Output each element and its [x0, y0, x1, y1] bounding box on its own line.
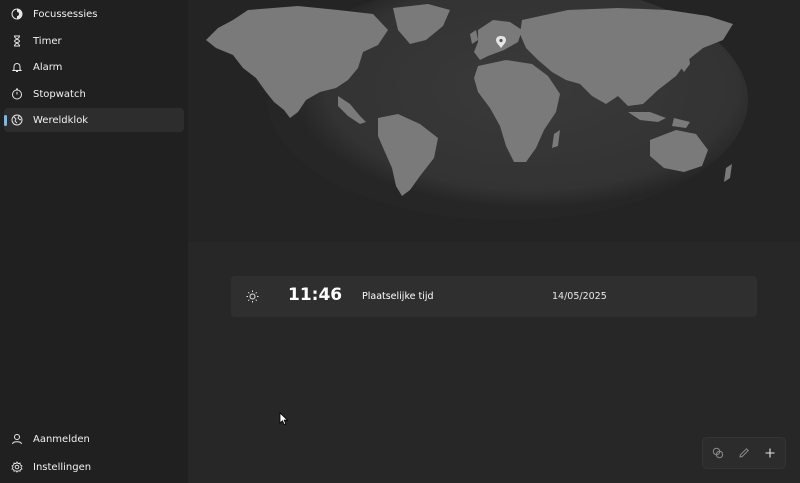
globe-icon [11, 114, 23, 126]
add-icon [765, 448, 775, 458]
sidebar-item-label: Instellingen [33, 461, 92, 473]
sidebar-item-alarm[interactable]: Alarm [4, 55, 184, 79]
person-icon [11, 433, 23, 445]
add-button[interactable] [763, 446, 777, 460]
focus-icon [11, 8, 23, 20]
world-map[interactable] [188, 0, 800, 242]
stopwatch-icon [11, 88, 23, 100]
local-date: 14/05/2025 [552, 291, 607, 302]
edit-icon [739, 448, 749, 458]
sidebar-item-timer[interactable]: Timer [4, 29, 184, 53]
local-time-label: Plaatselijke tijd [362, 291, 434, 302]
local-time: 11:46 [288, 285, 343, 305]
sidebar-item-stopwatch[interactable]: Stopwatch [4, 82, 184, 106]
sidebar-item-label: Alarm [33, 61, 63, 73]
edit-button[interactable] [737, 446, 751, 460]
sidebar-item-label: Timer [33, 35, 62, 47]
hourglass-icon [11, 35, 23, 47]
sidebar-item-aanmelden[interactable]: Aanmelden [4, 427, 184, 451]
world-clock-toolbar [702, 437, 786, 469]
sidebar-item-focussessies[interactable]: Focussessies [4, 2, 184, 26]
sun-icon [246, 290, 259, 303]
world-map-svg [188, 0, 800, 242]
gear-icon [11, 461, 23, 473]
compare-button[interactable] [711, 446, 725, 460]
sidebar-item-instellingen[interactable]: Instellingen [4, 455, 184, 479]
local-time-card[interactable]: 11:46 Plaatselijke tijd 14/05/2025 [231, 276, 757, 317]
sidebar-item-label: Aanmelden [33, 433, 90, 445]
clock-app-window: Focussessies Timer Alarm Stopwatch Werel… [0, 0, 800, 483]
compare-icon [712, 447, 724, 459]
sidebar-item-label: Focussessies [33, 8, 98, 20]
sidebar-item-label: Stopwatch [33, 88, 86, 100]
sidebar-item-wereldklok[interactable]: Wereldklok [4, 108, 184, 132]
sidebar: Focussessies Timer Alarm Stopwatch Werel… [0, 0, 188, 483]
sidebar-item-label: Wereldklok [33, 114, 89, 126]
bell-icon [11, 61, 23, 73]
mouse-cursor-icon [279, 412, 289, 426]
